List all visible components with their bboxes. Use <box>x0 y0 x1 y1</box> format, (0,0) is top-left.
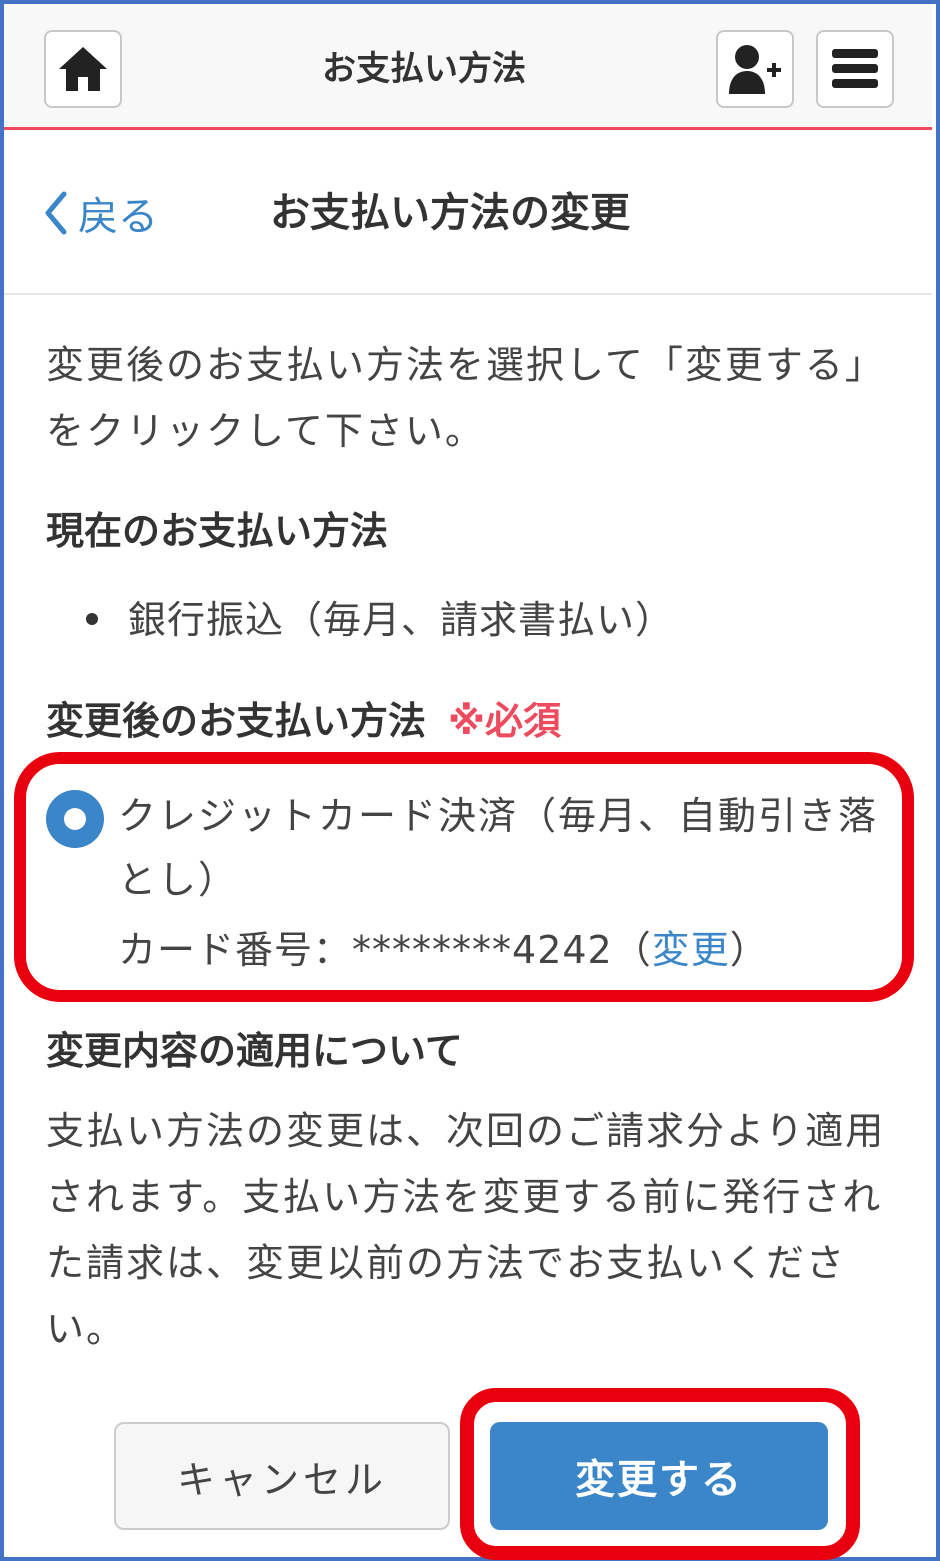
home-button[interactable] <box>44 30 122 108</box>
change-card-link[interactable]: 変更 <box>652 928 730 972</box>
add-user-button[interactable] <box>716 30 794 108</box>
card-number-value: ********4242 <box>352 928 613 972</box>
card-number-line: カード番号：********4242（変更） <box>118 920 769 980</box>
page-title: お支払い方法の変更 <box>270 190 630 236</box>
cancel-button[interactable]: キャンセル <box>114 1422 450 1530</box>
apply-heading: 変更内容の適用について <box>46 1029 463 1073</box>
credit-card-option-label[interactable]: クレジットカード決済（毎月、自動引き落とし） <box>118 784 888 912</box>
new-method-heading-text: 変更後のお支払い方法 <box>46 699 427 743</box>
submit-change-button[interactable]: 変更する <box>490 1422 828 1530</box>
back-label: 戻る <box>78 194 158 240</box>
required-badge: ※必須 <box>448 699 561 743</box>
menu-icon <box>832 49 878 88</box>
header-title: お支払い方法 <box>322 49 526 89</box>
current-method-text: 銀行振込（毎月、請求書払い） <box>128 598 675 642</box>
back-link[interactable]: 戻る <box>44 185 158 241</box>
paren-close: ） <box>729 928 769 972</box>
current-method-item: 銀行振込（毎月、請求書払い） <box>86 592 674 648</box>
paren-open: （ <box>612 928 652 972</box>
bullet-icon <box>86 612 98 625</box>
intro-section: 変更後のお支払い方法を選択して「変更する」をクリックして下さい。 <box>46 332 896 464</box>
credit-card-radio[interactable] <box>46 790 104 848</box>
new-method-heading: 変更後のお支払い方法 ※必須 <box>46 694 561 748</box>
add-user-icon <box>729 45 781 94</box>
app-header: お支払い方法 <box>4 4 932 130</box>
chevron-left-icon <box>45 191 67 235</box>
apply-text: 支払い方法の変更は、次回のご請求分より適用されます。支払い方法を変更する前に発行… <box>46 1109 886 1351</box>
current-method-heading: 現在のお支払い方法 <box>46 509 389 553</box>
page-subheader: 戻る お支払い方法の変更 <box>4 133 932 295</box>
card-number-prefix: カード番号： <box>118 928 353 972</box>
menu-button[interactable] <box>816 30 894 108</box>
home-icon <box>59 47 107 91</box>
intro-text: 変更後のお支払い方法を選択して「変更する」をクリックして下さい。 <box>46 343 885 453</box>
